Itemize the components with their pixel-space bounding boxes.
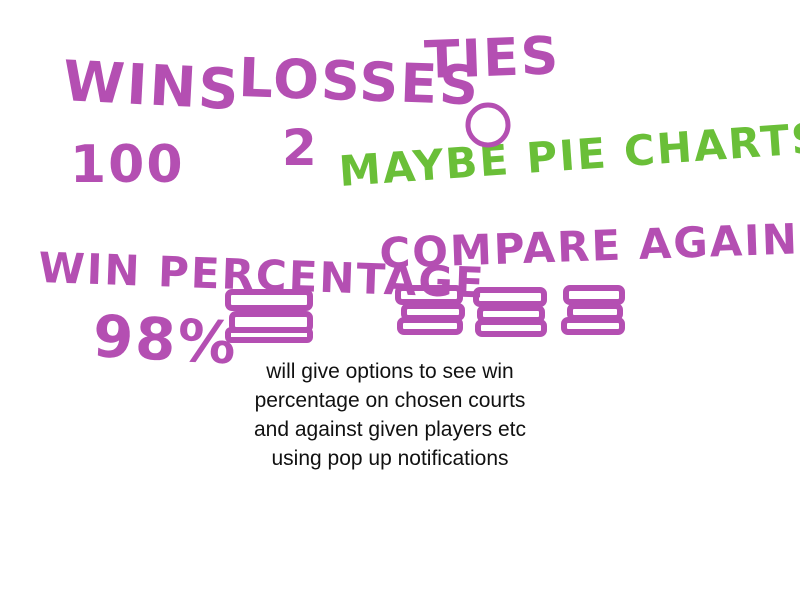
ties-label: TIES xyxy=(423,26,561,91)
losses-value: 2 xyxy=(282,119,319,177)
wins-label: WINS xyxy=(61,49,242,123)
description-line: and against given players etc xyxy=(253,418,526,441)
description-note: will give options to see win percentage … xyxy=(200,357,580,473)
description-line: will give options to see win xyxy=(266,360,514,383)
description-line: percentage on chosen courts xyxy=(254,389,526,412)
wireframe-sketch: WINS LOSSES TIES 100 2 MAYBE PIE CHARTS?… xyxy=(38,26,800,377)
compare-against-label: COMPARE AGAINST: xyxy=(379,212,800,278)
wins-value: 100 xyxy=(70,135,185,195)
pie-chart-idea-note: MAYBE PIE CHARTS?? xyxy=(337,110,800,196)
compare-option-3-icon[interactable] xyxy=(561,285,625,335)
compare-option-2-icon[interactable] xyxy=(473,287,547,337)
description-line: using pop up notifications xyxy=(271,447,509,470)
